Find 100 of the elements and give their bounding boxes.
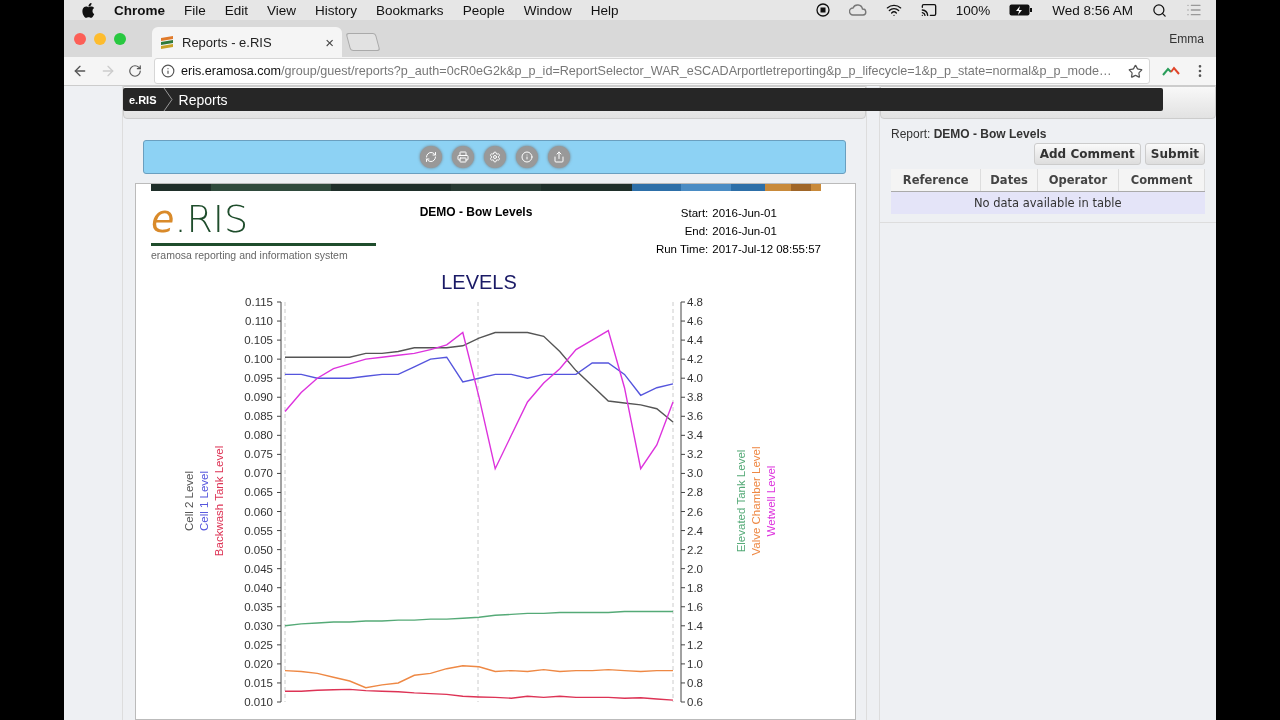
axis-tick-label: 4.8 [687, 296, 703, 308]
axis-tick-label: 3.4 [687, 429, 703, 442]
breadcrumb-link[interactable]: Reports [178, 91, 228, 108]
record-icon[interactable] [815, 3, 830, 17]
print-button[interactable] [451, 146, 474, 168]
axis-tick-label: 3.8 [687, 391, 703, 404]
axis-tick-label: 0.015 [244, 676, 273, 689]
axis-tick-label: 0.010 [244, 696, 273, 708]
menu-item[interactable]: Help [590, 2, 619, 18]
url-text: eris.eramosa.com/group/guest/reports?p_auth=0cR0eG2k&p_p_id=ReportSelector_WAR_eSCADArportletreporting&p_p_lifecycle=1&p_p_state=normal&p_p_mode… [181, 64, 1113, 78]
printer-icon [456, 151, 469, 163]
browser-tab[interactable]: Reports - e.RIS × [152, 27, 342, 57]
axis-tick-label: 3.6 [687, 410, 703, 423]
axis-tick-label: 0.050 [244, 543, 273, 556]
settings-button[interactable] [483, 146, 506, 168]
legend-label: Valve Chamber Level [750, 446, 762, 556]
legend-label: Cell 1 Level [198, 470, 210, 532]
menu-item[interactable]: View [267, 2, 297, 18]
meta-value: 2017-Jul-12 08:55:57 [712, 243, 821, 255]
axis-tick-label: 0.045 [244, 562, 273, 575]
brand-link[interactable]: e.RIS [129, 93, 157, 106]
logo: e.RIS [151, 201, 250, 237]
column-header[interactable]: Operator [1037, 169, 1119, 192]
info-button[interactable] [515, 146, 538, 168]
axis-tick-label: 0.030 [244, 619, 273, 632]
apple-icon[interactable] [82, 2, 95, 18]
axis-tick-label: 4.6 [687, 315, 703, 328]
axis-tick-label: 0.040 [244, 581, 273, 594]
axis-tick-label: 2.6 [687, 505, 703, 518]
menu-item[interactable]: Edit [224, 2, 249, 18]
axis-tick-label: 3.0 [687, 467, 703, 480]
axis-tick-label: 1.0 [687, 657, 703, 670]
column-header[interactable]: Reference [891, 169, 981, 192]
clock[interactable]: Wed 8:56 AM [1052, 2, 1133, 18]
axis-tick-label: 2.0 [687, 562, 703, 575]
menu-item[interactable]: File [184, 2, 206, 18]
close-window-button[interactable] [74, 32, 86, 45]
axis-tick-label: 0.065 [244, 486, 273, 499]
meta-label: Run Time: [655, 243, 709, 255]
chart-title: LEVELS [441, 271, 517, 293]
axis-tick-label: 0.105 [244, 334, 273, 347]
menu-item[interactable]: People [462, 2, 505, 18]
axis-tick-label: 2.2 [687, 543, 703, 556]
settings-icon [488, 151, 501, 163]
profile-name[interactable]: Emma [1169, 31, 1216, 46]
menu-item[interactable]: Window [523, 2, 572, 18]
axis-tick-label: 0.075 [244, 448, 273, 461]
meta-value: 2016-Jun-01 [712, 207, 778, 219]
battery-icon[interactable] [1009, 4, 1034, 16]
share-icon [552, 151, 565, 163]
extension-icon[interactable] [1162, 66, 1180, 76]
axis-tick-label: 0.055 [244, 524, 273, 537]
menu-item[interactable]: History [315, 2, 358, 18]
search-icon[interactable] [1152, 2, 1167, 18]
legend-label: Backwash Tank Level [213, 445, 225, 557]
axis-tick-label: 0.8 [687, 676, 703, 689]
axis-tick-label: 4.4 [687, 334, 703, 347]
refresh-button[interactable] [419, 146, 442, 168]
add-comment-button[interactable]: Add Comment [1033, 143, 1141, 165]
meta-label: Start: [679, 207, 709, 219]
meta-value: 2016-Jun-01 [712, 225, 778, 237]
axis-tick-label: 2.8 [687, 486, 703, 499]
axis-tick-label: 0.060 [244, 505, 273, 518]
report-label: Report: DEMO - Bow Levels [891, 127, 1048, 141]
legend-label: Cell 2 Level [183, 470, 195, 532]
axis-tick-label: 1.4 [687, 619, 703, 632]
wifi-icon[interactable] [885, 2, 902, 18]
report-title: DEMO - Bow Levels [418, 204, 534, 221]
axis-tick-label: 1.2 [687, 638, 703, 651]
axis-tick-label: 0.020 [244, 657, 273, 670]
bookmark-star-icon[interactable] [1128, 63, 1143, 79]
meta-label: End: [683, 225, 709, 237]
info-icon [520, 151, 533, 163]
reload-icon[interactable] [128, 64, 142, 78]
column-header[interactable]: Comment [1118, 169, 1205, 192]
app-menu[interactable]: Chrome [114, 2, 165, 18]
axis-tick-label: 4.2 [687, 353, 703, 366]
chevron-icon [162, 88, 173, 111]
axis-tick-label: 0.100 [244, 353, 273, 366]
tab-title: Reports - e.RIS [182, 34, 273, 50]
info-icon [161, 64, 175, 78]
axis-tick-label: 0.090 [244, 391, 273, 404]
menu-item[interactable]: Bookmarks [376, 2, 444, 18]
axis-tick-label: 0.110 [245, 315, 273, 328]
legend-label: Wetwell Level [765, 465, 777, 537]
tab-close-button[interactable]: × [325, 33, 334, 51]
axis-tick-label: 0.035 [244, 600, 273, 613]
axis-tick-label: 0.070 [244, 467, 273, 480]
empty-table-message: No data available in table [891, 191, 1205, 214]
axis-tick-label: 1.6 [687, 600, 703, 613]
axis-tick-label: 0.080 [244, 429, 273, 442]
list-icon[interactable] [1186, 2, 1202, 18]
legend-label: Elevated Tank Level [735, 449, 747, 553]
battery-percent: 100% [955, 2, 991, 18]
submit-button[interactable]: Submit [1144, 143, 1205, 165]
back-icon[interactable] [72, 63, 88, 79]
cloud-icon[interactable] [848, 4, 867, 16]
column-header[interactable]: Dates [980, 169, 1038, 192]
axis-tick-label: 0.025 [244, 638, 273, 651]
address-field[interactable]: eris.eramosa.com/group/guest/reports?p_auth=0cR0eG2k&p_p_id=ReportSelector_WAR_eSCADArportletreporting&p_p_lifecycle=1&p_p_state=normal&p_p_mode… [154, 58, 1150, 84]
